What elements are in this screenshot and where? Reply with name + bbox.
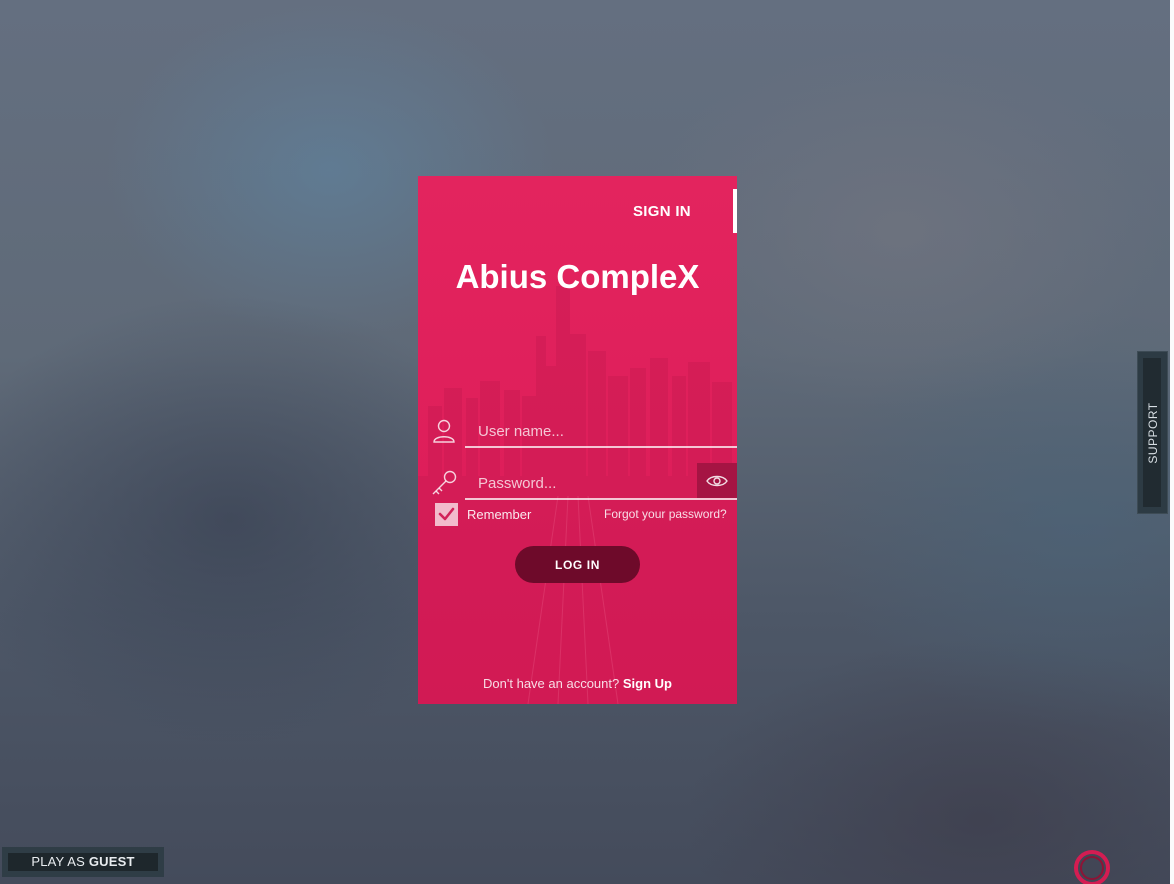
login-card: SIGN IN Abius CompleX Remember Forgot yo…	[418, 176, 737, 704]
show-password-button[interactable]	[697, 463, 737, 498]
guest-prefix: PLAY AS	[31, 854, 86, 869]
username-field	[465, 416, 737, 448]
log-in-button[interactable]: LOG IN	[515, 546, 640, 583]
username-input[interactable]	[465, 416, 737, 446]
forgot-password-link[interactable]: Forgot your password?	[604, 507, 727, 521]
remember-checkbox[interactable]	[435, 503, 458, 526]
support-label: SUPPORT	[1146, 402, 1160, 464]
loading-spinner-icon	[1074, 850, 1110, 884]
signup-prompt-text: Don't have an account?	[483, 676, 620, 691]
tab-sign-in[interactable]: SIGN IN	[633, 203, 691, 220]
checkmark-icon	[438, 507, 455, 521]
play-as-guest-label: PLAY AS GUEST	[8, 853, 158, 871]
sign-up-link[interactable]: Sign Up	[623, 676, 672, 691]
support-tab[interactable]: SUPPORT	[1137, 351, 1168, 514]
guest-emphasis: GUEST	[88, 854, 135, 869]
key-icon	[432, 470, 457, 495]
app-title: Abius CompleX	[455, 258, 700, 295]
remember-label: Remember	[467, 507, 532, 522]
eye-icon	[706, 475, 728, 486]
user-icon	[433, 419, 455, 443]
play-as-guest-button[interactable]: PLAY AS GUEST	[2, 847, 164, 877]
signup-prompt-line: Don't have an account? Sign Up	[418, 676, 737, 691]
active-tab-indicator	[733, 189, 737, 233]
window-edge	[1170, 0, 1174, 884]
